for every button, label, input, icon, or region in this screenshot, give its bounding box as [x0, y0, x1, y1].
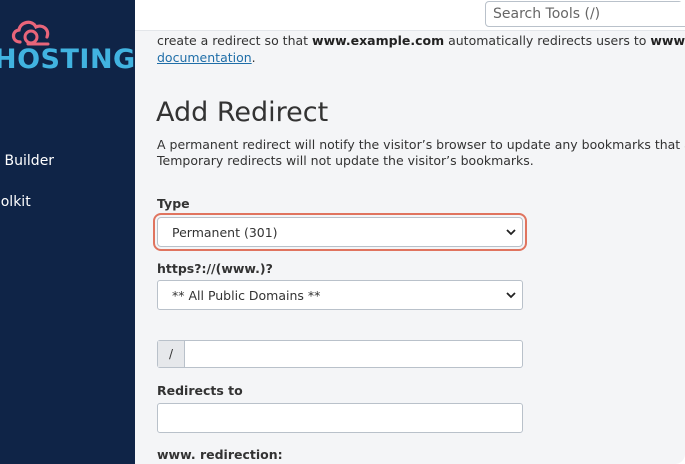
search-box[interactable]: [485, 1, 685, 27]
path-prefix-addon: /: [158, 341, 185, 367]
sidebar: HOSTING s et Builder Toolkit: [0, 0, 135, 464]
app-window: HOSTING s et Builder Toolkit create a re…: [0, 0, 685, 464]
intro-text-prefix: create a redirect so that: [157, 33, 313, 48]
type-select[interactable]: Permanent (301): [153, 213, 527, 251]
intro-text: create a redirect so that www.example.co…: [157, 32, 685, 66]
sidebar-item-site-builder[interactable]: et Builder: [0, 153, 54, 169]
description-line-2: Temporary redirects will not update the …: [157, 153, 534, 168]
domain-select-value: ** All Public Domains **: [172, 288, 321, 303]
type-select-value: Permanent (301): [172, 225, 278, 240]
intro-domain-a: www.example.com: [312, 33, 445, 48]
intro-domain-b: www.exampl: [650, 33, 685, 48]
www-redirection-label: www. redirection:: [157, 447, 283, 462]
intro-text-mid: automatically redirects users to: [444, 33, 651, 48]
chevron-down-icon: [506, 229, 516, 236]
domain-label: https?://(www.)?: [157, 261, 273, 276]
sidebar-item-toolkit[interactable]: Toolkit: [0, 194, 31, 210]
redirect-description: A permanent redirect will notify the vis…: [157, 137, 685, 169]
path-input-group: /: [157, 340, 523, 368]
redirects-to-label: Redirects to: [157, 383, 243, 398]
documentation-link[interactable]: documentation: [157, 50, 252, 65]
redirects-to-input[interactable]: [158, 404, 522, 432]
brand-logo-text: HOSTING: [0, 44, 136, 75]
type-label: Type: [157, 196, 190, 211]
description-line-1: A permanent redirect will notify the vis…: [157, 137, 685, 152]
path-input[interactable]: [185, 341, 522, 367]
intro-period: .: [251, 50, 256, 65]
chevron-down-icon: [506, 292, 516, 299]
redirects-to-field: [157, 403, 523, 433]
domain-select[interactable]: ** All Public Domains **: [157, 280, 523, 310]
page-title: Add Redirect: [156, 97, 329, 128]
search-input[interactable]: [486, 2, 685, 26]
